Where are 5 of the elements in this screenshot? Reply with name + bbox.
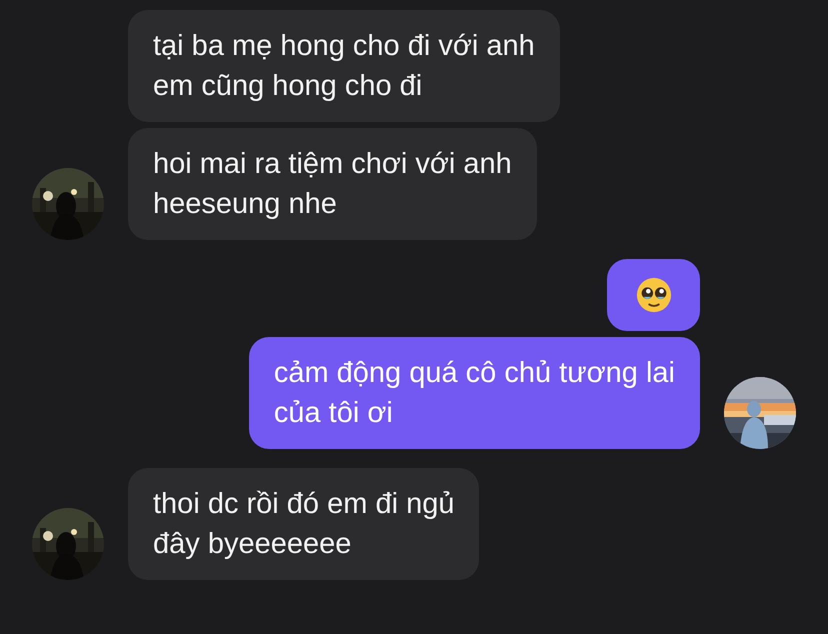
message-bubble: hoi mai ra tiệm chơi với anh heeseung nhe <box>128 128 537 240</box>
message-bubble: thoi dc rồi đó em đi ngủ đây byeeeeeee <box>128 468 480 580</box>
message-bubble: cảm động quá cô chủ tương lai của tôi ơi <box>248 337 700 449</box>
message-bubble: tại ba mẹ hong cho đi với anh em cũng hong cho đi <box>128 10 560 122</box>
pleading-face-icon <box>634 276 672 314</box>
